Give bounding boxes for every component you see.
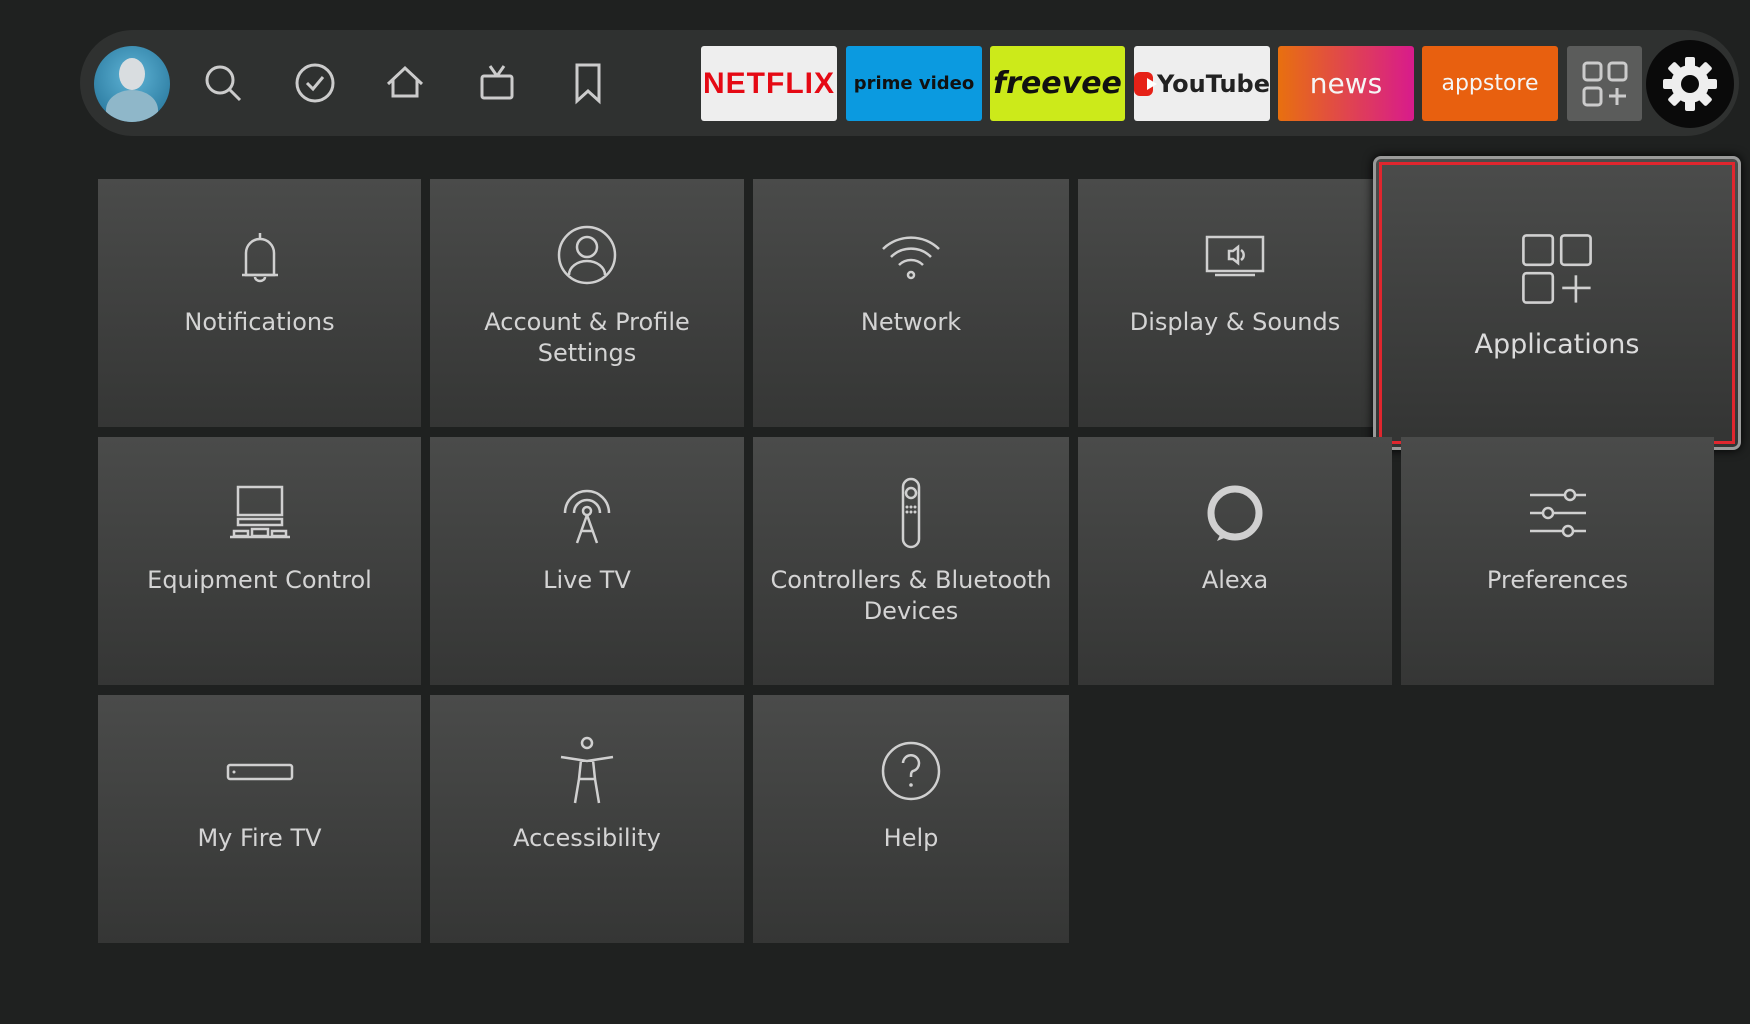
- tile-controllers-bluetooth-devices[interactable]: Controllers & Bluetooth Devices: [753, 437, 1069, 685]
- user-circle-icon: [557, 225, 617, 285]
- bookmark-icon[interactable]: [565, 60, 611, 106]
- remote-icon: [901, 477, 921, 549]
- tile-my-fire-tv[interactable]: My Fire TV: [98, 695, 421, 943]
- tile-label: Network: [860, 308, 962, 336]
- more-apps-button[interactable]: [1567, 46, 1642, 121]
- search-icon[interactable]: [200, 60, 246, 106]
- check-circle-icon[interactable]: [292, 60, 338, 106]
- freevee-app[interactable]: freevee: [990, 46, 1125, 121]
- focus-highlight: Applications: [1379, 162, 1735, 444]
- news-app[interactable]: news: [1278, 46, 1414, 121]
- netflix-app[interactable]: NETFLIX: [701, 46, 837, 121]
- tile-account-profile-settings[interactable]: Account & Profile Settings: [430, 179, 744, 427]
- apps-grid-icon: [1582, 61, 1627, 106]
- help-icon: [881, 741, 941, 801]
- gear-icon: [1663, 57, 1717, 111]
- tile-label: Equipment Control: [147, 566, 372, 594]
- alexa-icon: [1207, 485, 1263, 541]
- tile-label: Display & Sounds: [1129, 308, 1341, 336]
- home-icon[interactable]: [382, 60, 428, 106]
- youtube-app[interactable]: YouTube: [1134, 46, 1270, 121]
- tile-display-sounds[interactable]: Display & Sounds: [1078, 179, 1392, 427]
- tile-label: Notifications: [184, 308, 335, 336]
- tile-label: Alexa: [1201, 566, 1269, 594]
- prime-video-app[interactable]: prime video: [846, 46, 982, 121]
- tile-preferences[interactable]: Preferences: [1401, 437, 1714, 685]
- profile-avatar[interactable]: [94, 46, 170, 122]
- tile-label: Preferences: [1486, 566, 1629, 594]
- tile-equipment-control[interactable]: Equipment Control: [98, 437, 421, 685]
- bell-icon: [241, 233, 278, 283]
- tile-live-tv[interactable]: Live TV: [430, 437, 744, 685]
- youtube-play-icon: [1134, 71, 1157, 96]
- antenna-icon: [563, 489, 611, 544]
- tile-label: Help: [883, 824, 939, 852]
- appstore-app[interactable]: appstore: [1422, 46, 1558, 121]
- accessibility-icon: [560, 736, 614, 804]
- tile-label: Live TV: [543, 566, 631, 594]
- tile-alexa[interactable]: Alexa: [1078, 437, 1392, 685]
- tile-label: Applications: [1474, 329, 1640, 360]
- tile-label: My Fire TV: [197, 824, 322, 852]
- equipment-icon: [229, 485, 290, 539]
- apps-plus-icon: [1522, 234, 1592, 304]
- tile-label: Account & Profile Settings: [484, 308, 690, 367]
- settings-button[interactable]: [1646, 40, 1734, 128]
- fire-tv-stick-icon: [226, 763, 293, 781]
- live-tv-icon[interactable]: [474, 60, 520, 106]
- tile-notifications[interactable]: Notifications: [98, 179, 421, 427]
- tile-label: Accessibility: [513, 824, 661, 852]
- tile-applications[interactable]: Applications: [1373, 156, 1741, 450]
- sliders-icon: [1529, 488, 1586, 538]
- tile-accessibility[interactable]: Accessibility: [430, 695, 744, 943]
- wifi-icon: [882, 236, 940, 280]
- tile-network[interactable]: Network: [753, 179, 1069, 427]
- tile-label: Controllers & Bluetooth Devices: [770, 566, 1052, 625]
- display-icon: [1205, 235, 1265, 277]
- tile-help[interactable]: Help: [753, 695, 1069, 943]
